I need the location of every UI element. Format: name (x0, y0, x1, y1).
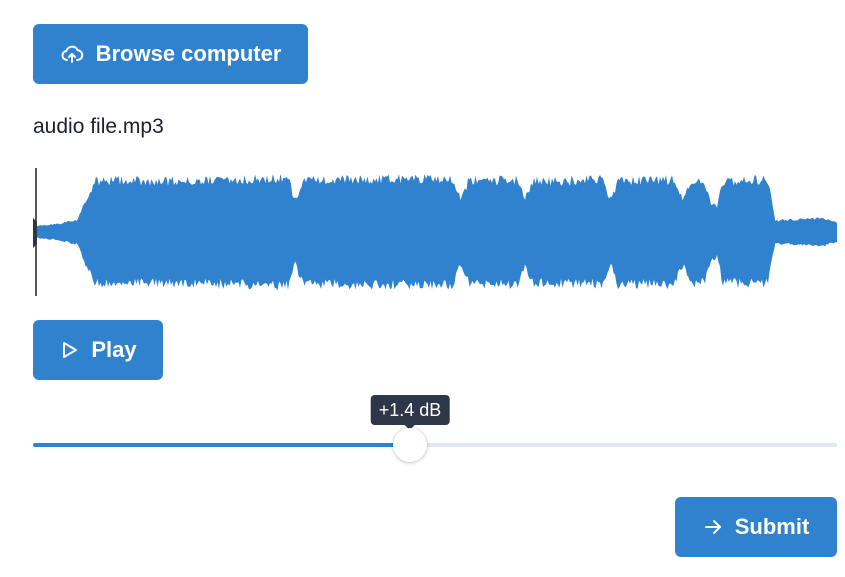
play-label: Play (91, 337, 137, 362)
slider-thumb[interactable] (393, 428, 427, 462)
arrow-right-icon (703, 517, 723, 537)
play-icon (59, 340, 79, 360)
file-name: audio file.mp3 (33, 115, 164, 138)
audio-waveform[interactable] (33, 168, 838, 296)
playhead-marker (33, 218, 37, 248)
submit-button[interactable]: Submit (675, 497, 837, 557)
waveform-shape (33, 174, 837, 291)
gain-slider[interactable] (33, 425, 837, 465)
slider-fill (33, 443, 410, 447)
play-button[interactable]: Play (33, 320, 163, 380)
gain-value-tooltip: +1.4 dB (370, 395, 450, 430)
submit-label: Submit (734, 514, 810, 539)
browse-computer-label: Browse computer (95, 41, 282, 66)
cloud-upload-icon (60, 42, 84, 66)
browse-computer-button[interactable]: Browse computer (33, 24, 308, 84)
